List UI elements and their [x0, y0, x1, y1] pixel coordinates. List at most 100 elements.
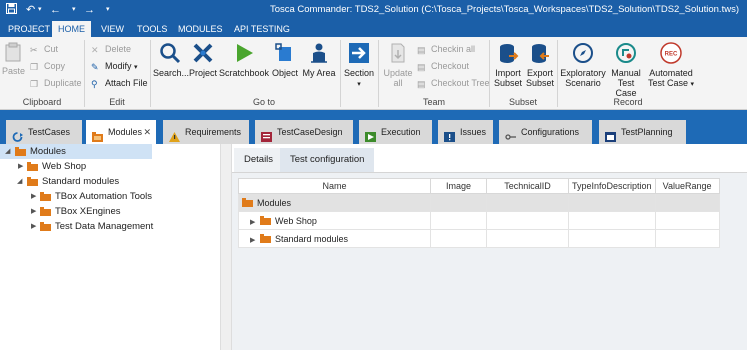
export-subset-label-2: Subset — [525, 78, 555, 88]
configurations-icon — [505, 127, 516, 140]
doctab-modules[interactable]: Modules ✕ — [86, 120, 156, 144]
tab-view[interactable]: VIEW — [95, 21, 130, 37]
doctab-testcases[interactable]: TestCases — [6, 120, 82, 144]
automated-test-case-button[interactable]: REC Automated Test Case ▾ — [647, 42, 695, 90]
folder-icon — [242, 197, 253, 207]
warning-icon — [169, 127, 180, 142]
expand-arrow-icon[interactable]: ▶ — [31, 219, 36, 234]
scratchbook-button[interactable]: Scratchbook — [219, 42, 269, 78]
doctab-requirements[interactable]: Requirements — [163, 120, 249, 144]
undo-icon[interactable]: ↶ — [26, 3, 35, 17]
valuerange-cell — [654, 211, 720, 230]
my-area-label: My Area — [302, 68, 336, 78]
tab-api-testing[interactable]: API TESTING — [228, 21, 296, 37]
technicalid-cell — [486, 193, 569, 212]
table-row[interactable]: Modules — [238, 193, 720, 212]
undo-dropdown-icon[interactable]: ▾ — [38, 3, 42, 17]
folder-icon — [260, 215, 271, 225]
back-icon[interactable]: ← — [50, 3, 61, 17]
title-bar: ↶ ▾ ← ▾ → ▾ Tosca Commander: TDS2_Soluti… — [0, 0, 747, 21]
section-label: Section — [343, 68, 375, 78]
tree-item-tbox-xengines[interactable]: ▶ TBox XEngines — [0, 204, 220, 219]
table-row[interactable]: ▶ Standard modules — [238, 229, 720, 248]
search-button[interactable]: Search... — [153, 42, 189, 78]
object-icon — [270, 42, 300, 66]
manual-test-case-button[interactable]: Manual Test Case — [606, 42, 646, 98]
row-name: Standard modules — [275, 233, 349, 244]
save-icon[interactable] — [6, 3, 17, 18]
doctab-testcasedesign[interactable]: TestCaseDesign — [255, 120, 353, 144]
expand-arrow-icon[interactable]: ▶ — [18, 159, 23, 174]
object-button[interactable]: Object — [270, 42, 300, 78]
folder-icon — [260, 233, 271, 243]
back-dropdown-icon[interactable]: ▾ — [72, 3, 76, 17]
tab-project[interactable]: PROJECT — [2, 21, 56, 37]
doctab-label: TestPlanning — [621, 127, 673, 137]
tab-home[interactable]: HOME — [52, 21, 91, 37]
my-area-button[interactable]: My Area — [301, 42, 337, 78]
expand-arrow-icon[interactable]: ▶ — [250, 236, 260, 244]
expand-arrow-icon[interactable]: ▶ — [31, 204, 36, 219]
tab-modules[interactable]: MODULES — [172, 21, 229, 37]
update-all-button[interactable]: Update all — [382, 42, 414, 88]
tree-item-standard-modules[interactable]: ◢ Standard modules — [0, 174, 220, 189]
section-button[interactable]: Section ▾ — [342, 42, 376, 90]
collapse-arrow-icon[interactable]: ◢ — [17, 174, 22, 189]
pane-splitter[interactable] — [220, 144, 232, 350]
tree-item-web-shop[interactable]: ▶ Web Shop — [0, 159, 220, 174]
checkout-tree-button[interactable]: ▤ Checkout Tree — [417, 78, 490, 89]
group-label-team: Team — [422, 97, 445, 107]
exploratory-scenario-button[interactable]: Exploratory Scenario — [560, 42, 606, 88]
close-icon[interactable]: ✕ — [143, 120, 151, 144]
column-header-image[interactable]: Image — [430, 178, 487, 194]
import-subset-label: Import — [495, 68, 521, 78]
collapse-arrow-icon[interactable]: ◢ — [5, 144, 10, 159]
export-subset-button[interactable]: Export Subset — [524, 42, 556, 88]
forward-icon[interactable]: → — [84, 3, 95, 17]
checkout-icon: ▤ — [417, 62, 426, 72]
group-label-clipboard: Clipboard — [22, 97, 62, 107]
modify-dropdown-icon: ▾ — [134, 64, 138, 71]
doctab-label: Modules — [108, 127, 143, 137]
duplicate-button[interactable]: ❐ Duplicate — [30, 78, 82, 89]
doctab-configurations[interactable]: Configurations — [499, 120, 592, 144]
name-cell: ▶ Web Shop — [238, 211, 431, 230]
column-header-valuerange[interactable]: ValueRange — [654, 178, 720, 194]
copy-button[interactable]: ❐ Copy — [30, 61, 65, 72]
cut-button[interactable]: ✂ Cut — [30, 44, 58, 55]
checkout-button[interactable]: ▤ Checkout — [417, 61, 469, 72]
table-row[interactable]: ▶ Web Shop — [238, 211, 720, 230]
automated-label-2: Test Case — [647, 78, 688, 88]
ribbon-separator — [378, 40, 379, 107]
project-button[interactable]: Project — [188, 42, 218, 78]
pencil-icon: ✎ — [91, 62, 99, 72]
import-subset-button[interactable]: Import Subset — [492, 42, 524, 88]
column-header-typeinfodescription[interactable]: TypeInfoDescription — [568, 178, 656, 194]
tab-details[interactable]: Details — [234, 148, 284, 172]
tab-test-configuration[interactable]: Test configuration — [280, 148, 375, 172]
update-icon — [382, 42, 414, 66]
expand-arrow-icon[interactable]: ▶ — [31, 189, 36, 204]
update-all-label: Update — [383, 68, 413, 78]
paste-button[interactable]: Paste — [2, 42, 25, 76]
column-header-name[interactable]: Name — [238, 178, 431, 194]
section-dropdown-icon: ▾ — [357, 81, 361, 88]
name-cell: ▶ Standard modules — [238, 229, 431, 248]
column-header-technicalid[interactable]: TechnicalID — [486, 178, 569, 194]
attach-file-button[interactable]: ⚲ Attach File — [91, 78, 148, 89]
modify-button[interactable]: ✎ Modify ▾ — [91, 61, 138, 73]
doctab-issues[interactable]: Issues — [438, 120, 493, 144]
delete-button[interactable]: ✕ Delete — [91, 44, 131, 55]
checkin-all-button[interactable]: ▤ Checkin all — [417, 44, 475, 55]
doctab-execution[interactable]: Execution — [359, 120, 432, 144]
duplicate-icon: ❐ — [30, 79, 39, 89]
export-subset-label: Export — [526, 68, 553, 78]
forward-dropdown-icon[interactable]: ▾ — [106, 3, 110, 17]
tab-tools[interactable]: TOOLS — [131, 21, 173, 37]
tree-item-tbox-automation-tools[interactable]: ▶ TBox Automation Tools — [0, 189, 220, 204]
exploratory-label: Exploratory — [560, 68, 606, 78]
tree-item-modules[interactable]: ◢ Modules — [0, 144, 152, 159]
expand-arrow-icon[interactable]: ▶ — [250, 218, 260, 226]
doctab-testplanning[interactable]: TestPlanning — [599, 120, 686, 144]
tree-item-test-data-management[interactable]: ▶ Test Data Management — [0, 219, 220, 234]
